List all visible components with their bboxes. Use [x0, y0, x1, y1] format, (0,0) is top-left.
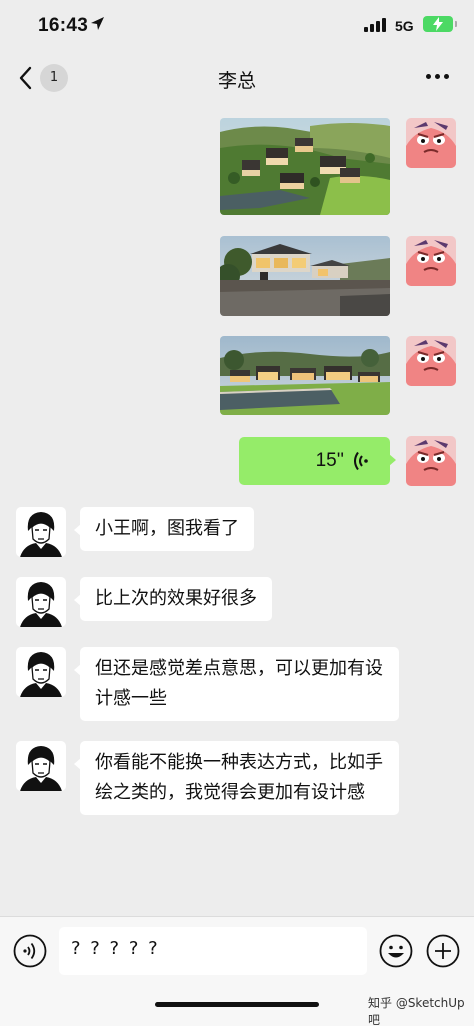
contact-avatar[interactable] [16, 577, 66, 627]
voice-duration: 15'' [315, 450, 344, 471]
photo-message-village-aerial[interactable] [220, 118, 390, 215]
status-time: 16:43 [38, 15, 89, 36]
chat-header: 1 李总 [0, 52, 474, 104]
network-type: 5G [395, 18, 414, 34]
my-avatar-patrick-star[interactable] [406, 236, 456, 286]
photo-message-village-pond[interactable] [220, 336, 390, 415]
received-message[interactable]: 比上次的效果好很多 [74, 577, 272, 621]
watermark: 知乎 @SketchUp吧 [368, 996, 465, 1026]
more-options-button[interactable] [424, 74, 452, 82]
location-arrow-icon [90, 16, 105, 35]
home-indicator[interactable] [155, 1002, 319, 1007]
add-more-icon[interactable] [426, 934, 460, 968]
chat-title: 李总 [217, 70, 256, 92]
received-message[interactable]: 你看能不能换一种表达方式，比如手绘之类的，我觉得会更加有设计感 [74, 741, 399, 815]
my-avatar-patrick-star[interactable] [406, 436, 456, 486]
voice-wave-icon [354, 451, 370, 475]
voice-input-toggle-icon[interactable] [13, 934, 47, 968]
photo-message-house-dusk[interactable] [220, 236, 390, 316]
contact-avatar[interactable] [16, 741, 66, 791]
received-message[interactable]: 但还是感觉差点意思，可以更加有设计感一些 [74, 647, 399, 721]
voice-message[interactable]: 15'' [239, 437, 396, 485]
message-input[interactable]: ? ? ? ? ? [59, 927, 367, 975]
status-bar: 16:43 5G [0, 0, 474, 50]
battery-charging-icon [423, 16, 457, 32]
contact-avatar[interactable] [16, 507, 66, 557]
emoji-icon[interactable] [379, 934, 413, 968]
my-avatar-patrick-star[interactable] [406, 118, 456, 168]
my-avatar-patrick-star[interactable] [406, 336, 456, 386]
received-message[interactable]: 小王啊，图我看了 [74, 507, 254, 551]
contact-avatar[interactable] [16, 647, 66, 697]
cellular-signal-icon [364, 17, 386, 32]
